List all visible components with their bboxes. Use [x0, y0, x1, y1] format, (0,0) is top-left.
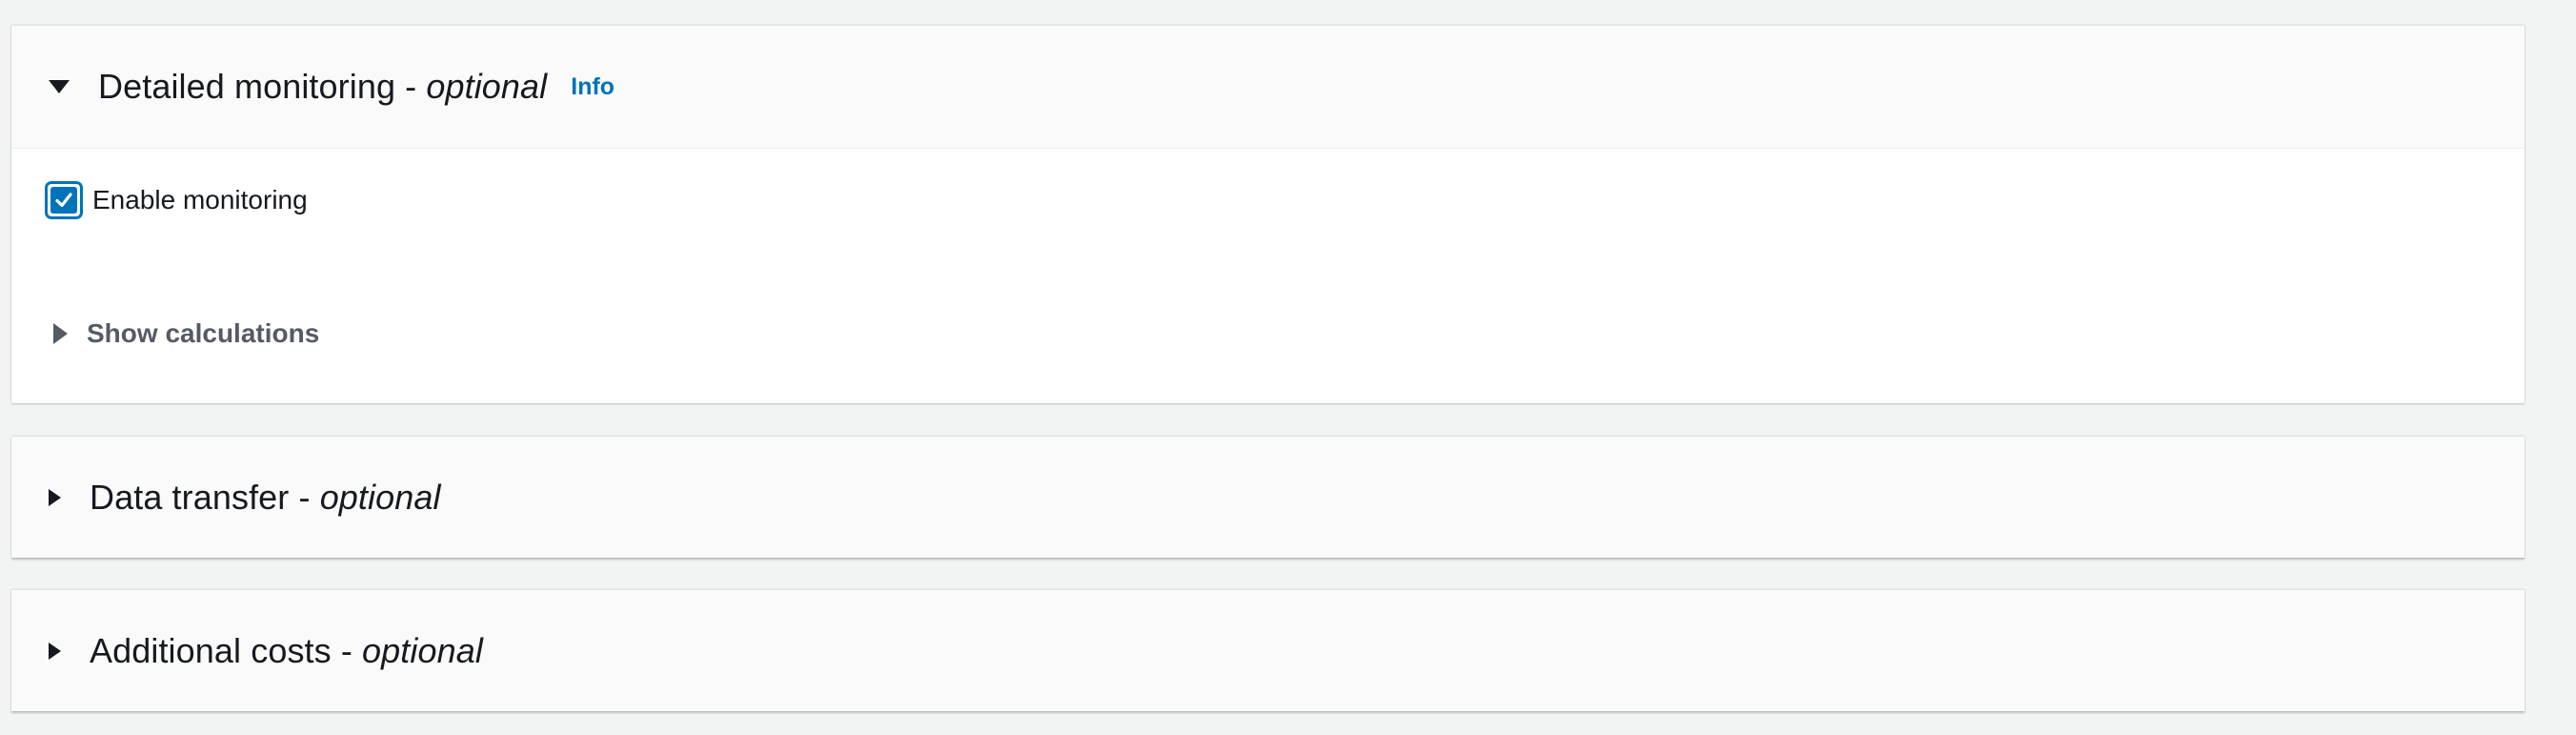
detailed-monitoring-body: Enable monitoring Show calculations	[11, 148, 2525, 403]
detailed-monitoring-optional: optional	[426, 67, 548, 106]
data-transfer-title: Data transfer - optional	[90, 478, 441, 518]
additional-costs-title: Additional costs - optional	[90, 631, 483, 671]
data-transfer-panel: Data transfer - optional	[11, 436, 2525, 558]
additional-costs-title-text: Additional costs -	[90, 631, 363, 670]
additional-costs-panel: Additional costs - optional	[11, 589, 2525, 711]
checkmark-icon	[50, 187, 77, 214]
show-calculations-toggle[interactable]: Show calculations	[53, 318, 319, 349]
additional-costs-header[interactable]: Additional costs - optional	[11, 590, 2525, 712]
detailed-monitoring-panel: Detailed monitoring - optional Info Enab…	[11, 25, 2525, 403]
caret-right-icon	[53, 323, 68, 344]
show-calculations-label: Show calculations	[87, 318, 320, 348]
data-transfer-optional: optional	[319, 478, 441, 517]
enable-monitoring-checkbox[interactable]	[45, 181, 83, 219]
caret-right-icon	[49, 489, 61, 506]
detailed-monitoring-header[interactable]: Detailed monitoring - optional Info	[11, 26, 2525, 148]
caret-down-icon	[49, 80, 70, 93]
caret-right-icon	[49, 643, 61, 660]
enable-monitoring-label: Enable monitoring	[92, 185, 308, 214]
info-link[interactable]: Info	[571, 73, 614, 101]
additional-costs-optional: optional	[362, 631, 483, 670]
enable-monitoring-row[interactable]: Enable monitoring	[45, 181, 308, 219]
detailed-monitoring-title: Detailed monitoring - optional	[98, 67, 547, 107]
detailed-monitoring-title-text: Detailed monitoring -	[98, 67, 427, 106]
data-transfer-header[interactable]: Data transfer - optional	[11, 437, 2525, 559]
data-transfer-title-text: Data transfer -	[90, 478, 320, 517]
